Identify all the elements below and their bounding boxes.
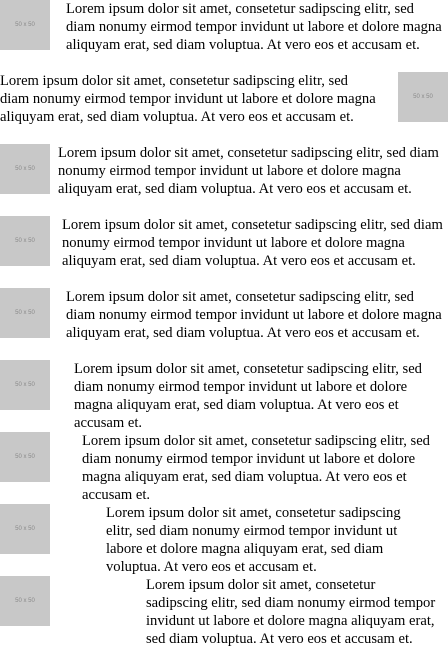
- placeholder-image-7: 50 x 50: [0, 432, 50, 482]
- content-row-5: 50 x 50 Lorem ipsum dolor sit amet, cons…: [0, 288, 448, 360]
- content-row-3: 50 x 50 Lorem ipsum dolor sit amet, cons…: [0, 144, 448, 216]
- paragraph-7: Lorem ipsum dolor sit amet, consetetur s…: [82, 433, 430, 503]
- paragraph-8: Lorem ipsum dolor sit amet, consetetur s…: [106, 505, 401, 575]
- paragraph-4: Lorem ipsum dolor sit amet, consetetur s…: [62, 217, 443, 269]
- content-row-8: 50 x 50 Lorem ipsum dolor sit amet, cons…: [0, 504, 448, 576]
- content-row-4: 50 x 50 Lorem ipsum dolor sit amet, cons…: [0, 216, 448, 288]
- placeholder-image-2: 50 x 50: [398, 72, 448, 122]
- placeholder-image-8: 50 x 50: [0, 504, 50, 554]
- paragraph-1: Lorem ipsum dolor sit amet, consetetur s…: [66, 1, 442, 53]
- paragraph-9: Lorem ipsum dolor sit amet, consetetur s…: [146, 577, 436, 647]
- content-row-2: Lorem ipsum dolor sit amet, consetetur s…: [0, 72, 448, 144]
- content-row-9: 50 x 50 Lorem ipsum dolor sit amet, cons…: [0, 576, 448, 666]
- paragraph-6: Lorem ipsum dolor sit amet, consetetur s…: [74, 361, 422, 431]
- placeholder-image-1: 50 x 50: [0, 0, 50, 50]
- paragraph-3: Lorem ipsum dolor sit amet, consetetur s…: [58, 145, 439, 197]
- paragraph-5: Lorem ipsum dolor sit amet, consetetur s…: [66, 289, 442, 341]
- content-row-7: 50 x 50 Lorem ipsum dolor sit amet, cons…: [0, 432, 448, 504]
- placeholder-image-4: 50 x 50: [0, 216, 50, 266]
- content-row-1: 50 x 50 Lorem ipsum dolor sit amet, cons…: [0, 0, 448, 72]
- paragraph-2: Lorem ipsum dolor sit amet, consetetur s…: [0, 73, 376, 125]
- placeholder-image-5: 50 x 50: [0, 288, 50, 338]
- placeholder-image-6: 50 x 50: [0, 360, 50, 410]
- content-row-6: 50 x 50 Lorem ipsum dolor sit amet, cons…: [0, 360, 448, 432]
- placeholder-image-9: 50 x 50: [0, 576, 50, 626]
- placeholder-image-3: 50 x 50: [0, 144, 50, 194]
